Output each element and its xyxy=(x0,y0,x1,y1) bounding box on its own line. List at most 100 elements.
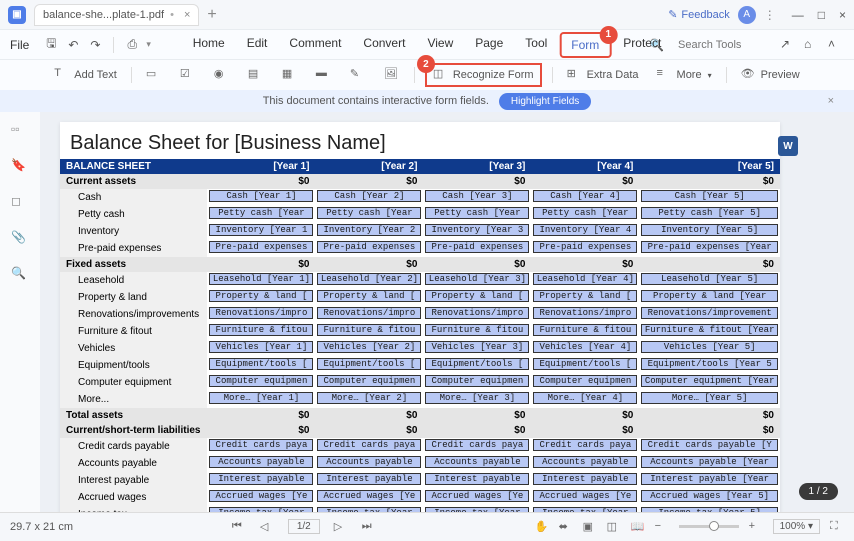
collapse-icon[interactable]: ˄ xyxy=(828,37,844,53)
form-field[interactable]: More… [Year 5] xyxy=(641,392,778,404)
form-field[interactable]: Inventory [Year 4 xyxy=(533,224,637,236)
form-field[interactable]: Pre-paid expenses [Year xyxy=(641,241,778,253)
form-field[interactable]: Cash [Year 3] xyxy=(425,190,529,202)
form-field[interactable]: More… [Year 1] xyxy=(209,392,313,404)
zoom-level[interactable]: 100% ▾ xyxy=(773,519,820,534)
nav-prev-icon[interactable]: ◁ xyxy=(260,520,274,534)
checkbox-tool[interactable]: ☑ xyxy=(176,65,200,85)
form-field[interactable]: Credit cards paya xyxy=(425,439,529,451)
tab-comment[interactable]: Comment xyxy=(279,32,351,58)
fullscreen-icon[interactable]: ⛶ xyxy=(830,520,844,534)
form-field[interactable]: Cash [Year 1] xyxy=(209,190,313,202)
form-field[interactable]: Furniture & fitou xyxy=(425,324,529,336)
form-field[interactable]: Renovations/impro xyxy=(209,307,313,319)
document-area[interactable]: W Balance Sheet for [Business Name] BALA… xyxy=(40,112,854,512)
listbox-tool[interactable]: ▦ xyxy=(278,65,302,85)
search-tools-input[interactable] xyxy=(672,37,772,53)
maximize-button[interactable]: □ xyxy=(818,8,825,22)
form-field[interactable]: Credit cards paya xyxy=(533,439,637,451)
search-panel-icon[interactable]: 🔍 xyxy=(11,266,29,284)
form-field[interactable]: Interest payable xyxy=(425,473,529,485)
tab-close-icon[interactable]: × xyxy=(184,9,190,21)
form-field[interactable]: Property & land [ xyxy=(533,290,637,302)
form-field[interactable]: Interest payable xyxy=(209,473,313,485)
form-field[interactable]: Leasehold [Year 1] xyxy=(209,273,313,285)
form-field[interactable]: Accrued wages [Ye xyxy=(317,490,421,502)
form-field[interactable]: Petty cash [Year 5] xyxy=(641,207,778,219)
form-field[interactable]: Leasehold [Year 3] xyxy=(425,273,529,285)
form-field[interactable]: Leasehold [Year 2] xyxy=(317,273,421,285)
form-field[interactable]: Accrued wages [Ye xyxy=(533,490,637,502)
hand-tool-icon[interactable]: ✋ xyxy=(535,520,549,534)
zoom-in-icon[interactable]: + xyxy=(749,520,763,534)
form-field[interactable]: Income tax [Year xyxy=(533,507,637,512)
nav-first-icon[interactable]: ⏮ xyxy=(232,520,246,534)
form-field[interactable]: Credit cards paya xyxy=(317,439,421,451)
combobox-tool[interactable]: ▤ xyxy=(244,65,268,85)
form-field[interactable]: Computer equipmen xyxy=(209,375,313,387)
save-icon[interactable]: 🖫 xyxy=(43,37,59,53)
attachments-icon[interactable]: 📎 xyxy=(11,230,29,248)
form-field[interactable]: Property & land [ xyxy=(209,290,313,302)
form-field[interactable]: Inventory [Year 5] xyxy=(641,224,778,236)
form-field[interactable]: Furniture & fitou xyxy=(317,324,421,336)
tab-protect[interactable]: Protect xyxy=(613,32,671,58)
form-field[interactable]: Pre-paid expenses xyxy=(317,241,421,253)
form-field[interactable]: Property & land [ xyxy=(425,290,529,302)
print-dropdown-icon[interactable]: ▾ xyxy=(146,39,151,50)
form-field[interactable]: Inventory [Year 2 xyxy=(317,224,421,236)
form-field[interactable]: Cash [Year 2] xyxy=(317,190,421,202)
highlight-fields-button[interactable]: Highlight Fields xyxy=(499,93,591,110)
page-number[interactable]: 1/2 xyxy=(288,519,320,534)
form-field[interactable]: Interest payable [Year xyxy=(641,473,778,485)
preview-tool[interactable]: 👁Preview xyxy=(737,65,804,85)
feedback-link[interactable]: ✎ Feedback xyxy=(668,8,730,21)
form-field[interactable]: Computer equipmen xyxy=(425,375,529,387)
tab-convert[interactable]: Convert xyxy=(353,32,415,58)
layout-icon[interactable]: ◫ xyxy=(607,520,621,534)
radio-tool[interactable]: ◉ xyxy=(210,65,234,85)
user-avatar[interactable]: A xyxy=(738,6,756,24)
form-field[interactable]: Income tax [Year xyxy=(317,507,421,512)
form-field[interactable]: More… [Year 2] xyxy=(317,392,421,404)
button-tool[interactable]: ▬ xyxy=(312,65,336,85)
form-field[interactable]: Equipment/tools [Year 5 xyxy=(641,358,778,370)
form-field[interactable]: Inventory [Year 1 xyxy=(209,224,313,236)
form-field[interactable]: Vehicles [Year 4] xyxy=(533,341,637,353)
close-button[interactable]: × xyxy=(839,8,846,22)
nav-next-icon[interactable]: ▷ xyxy=(334,520,348,534)
info-close-icon[interactable]: × xyxy=(828,95,834,107)
tab-edit[interactable]: Edit xyxy=(237,32,278,58)
form-field[interactable]: Accrued wages [Ye xyxy=(209,490,313,502)
form-field[interactable]: Credit cards payable [Y xyxy=(641,439,778,451)
extra-data-tool[interactable]: ⊞Extra Data xyxy=(563,65,643,85)
form-field[interactable]: Accrued wages [Ye xyxy=(425,490,529,502)
form-field[interactable]: Pre-paid expenses xyxy=(209,241,313,253)
form-field[interactable]: Furniture & fitou xyxy=(209,324,313,336)
form-field[interactable]: Petty cash [Year xyxy=(209,207,313,219)
form-field[interactable]: Accrued wages [Year 5] xyxy=(641,490,778,502)
form-field[interactable]: Furniture & fitou xyxy=(533,324,637,336)
form-field[interactable]: Interest payable xyxy=(317,473,421,485)
form-field[interactable]: Computer equipmen xyxy=(533,375,637,387)
fit-page-icon[interactable]: ▣ xyxy=(583,520,597,534)
form-field[interactable]: Furniture & fitout [Year xyxy=(641,324,778,336)
form-field[interactable]: Accounts payable xyxy=(425,456,529,468)
add-tab-button[interactable]: + xyxy=(207,6,216,24)
form-field[interactable]: Accounts payable [Year xyxy=(641,456,778,468)
zoom-out-icon[interactable]: − xyxy=(655,520,669,534)
read-mode-icon[interactable]: 📖 xyxy=(631,520,645,534)
print-icon[interactable]: ⎙ xyxy=(124,37,140,53)
form-field[interactable]: Cash [Year 4] xyxy=(533,190,637,202)
form-field[interactable]: Computer equipmen xyxy=(317,375,421,387)
more-menu-icon[interactable]: ⋮ xyxy=(764,8,776,22)
signature-tool[interactable]: ✎ xyxy=(346,65,370,85)
form-field[interactable]: Accounts payable xyxy=(533,456,637,468)
form-field[interactable]: Accounts payable xyxy=(209,456,313,468)
thumbnails-icon[interactable]: ▫▫ xyxy=(11,122,29,140)
form-field[interactable]: Pre-paid expenses xyxy=(425,241,529,253)
tab-page[interactable]: Page xyxy=(465,32,513,58)
form-field[interactable]: Property & land [ xyxy=(317,290,421,302)
form-field[interactable]: Renovations/impro xyxy=(533,307,637,319)
pin-icon[interactable]: • xyxy=(170,9,174,21)
